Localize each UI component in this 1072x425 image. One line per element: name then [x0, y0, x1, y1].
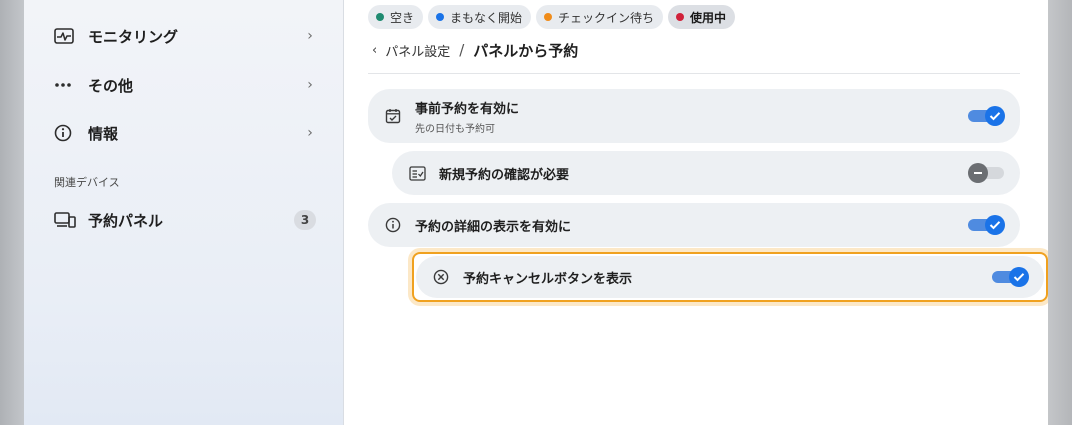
background-right	[1048, 0, 1072, 425]
sidebar-item-label: 予約パネル	[88, 211, 164, 230]
monitoring-icon	[54, 26, 82, 46]
setting-subtitle: 先の日付も予約可	[415, 123, 495, 135]
checklist-icon	[407, 163, 427, 183]
background-left	[0, 0, 24, 425]
sidebar-item-info[interactable]: 情報 ›	[40, 113, 328, 153]
status-chip-label: 使用中	[690, 10, 727, 25]
sidebar-item-label: モニタリング	[88, 27, 179, 46]
main-content: 空き まもなく開始 チェックイン待ち 使用中 ‹ パネル設定 / パネルから予約	[344, 0, 1048, 425]
setting-row-require-confirmation: 新規予約の確認が必要	[392, 151, 1020, 195]
status-dot-icon	[376, 13, 384, 21]
toggle-knob	[985, 215, 1005, 235]
breadcrumb-separator: /	[459, 41, 465, 59]
breadcrumb: ‹ パネル設定 / パネルから予約	[372, 40, 578, 60]
chevron-right-icon: ›	[307, 125, 313, 141]
setting-row-show-details: 予約の詳細の表示を有効に	[368, 203, 1020, 247]
toggle-knob	[985, 106, 1005, 126]
status-chip-label: まもなく開始	[450, 10, 523, 25]
setting-title: 新規予約の確認が必要	[439, 167, 570, 183]
status-dot-icon	[676, 13, 685, 21]
breadcrumb-parent-link[interactable]: パネル設定	[385, 41, 450, 60]
checkmark-icon	[989, 221, 1001, 230]
info-icon	[383, 215, 403, 235]
settings-window: モニタリング › その他 › 情報 › 関連デバイス 予約パネル 3 空き まも…	[24, 0, 1048, 425]
sidebar-item-more[interactable]: その他 ›	[40, 65, 328, 105]
sidebar-item-booking-panel[interactable]: 予約パネル 3	[40, 200, 328, 240]
status-dot-icon	[544, 13, 553, 21]
panel-device-icon	[54, 210, 82, 230]
setting-title: 事前予約を有効に	[415, 101, 520, 117]
cancel-circle-icon	[431, 267, 451, 287]
chevron-left-icon[interactable]: ‹	[372, 43, 377, 58]
show-details-toggle[interactable]	[968, 214, 1006, 236]
sidebar-item-monitoring[interactable]: モニタリング ›	[40, 16, 328, 56]
info-icon	[54, 123, 82, 143]
setting-title: 予約キャンセルボタンを表示	[463, 271, 633, 287]
show-cancel-button-toggle[interactable]	[992, 266, 1030, 288]
status-chip-label: 空き	[390, 10, 415, 25]
sidebar-item-label: 情報	[88, 124, 119, 143]
related-devices-heading: 関連デバイス	[54, 176, 120, 189]
status-dot-icon	[436, 13, 445, 21]
status-chip-label: チェックイン待ち	[558, 10, 655, 25]
page-title: パネルから予約	[473, 41, 579, 60]
more-icon	[54, 75, 82, 95]
status-legend: 空き まもなく開始 チェックイン待ち 使用中	[368, 5, 736, 29]
setting-row-show-cancel-button: 予約キャンセルボタンを表示	[416, 256, 1044, 298]
chevron-right-icon: ›	[307, 28, 313, 44]
status-chip-awaiting-checkin: チェックイン待ち	[536, 5, 664, 29]
status-chip-starting-soon: まもなく開始	[428, 5, 532, 29]
status-chip-available: 空き	[368, 5, 424, 29]
advance-booking-toggle[interactable]	[968, 105, 1006, 127]
device-count-badge: 3	[294, 210, 316, 230]
toggle-knob	[1009, 267, 1029, 287]
minus-icon	[974, 172, 982, 174]
sidebar: モニタリング › その他 › 情報 › 関連デバイス 予約パネル 3	[24, 0, 344, 425]
divider	[368, 73, 1020, 74]
checkmark-icon	[1013, 273, 1025, 282]
chevron-right-icon: ›	[307, 77, 313, 93]
sidebar-item-label: その他	[88, 76, 134, 95]
checkmark-icon	[989, 112, 1001, 121]
setting-row-advance-booking: 事前予約を有効に 先の日付も予約可	[368, 89, 1020, 143]
setting-title: 予約の詳細の表示を有効に	[415, 219, 572, 235]
require-confirmation-toggle[interactable]	[968, 162, 1006, 184]
calendar-check-icon	[383, 106, 403, 126]
toggle-knob	[968, 163, 988, 183]
status-chip-in-use: 使用中	[668, 5, 736, 29]
